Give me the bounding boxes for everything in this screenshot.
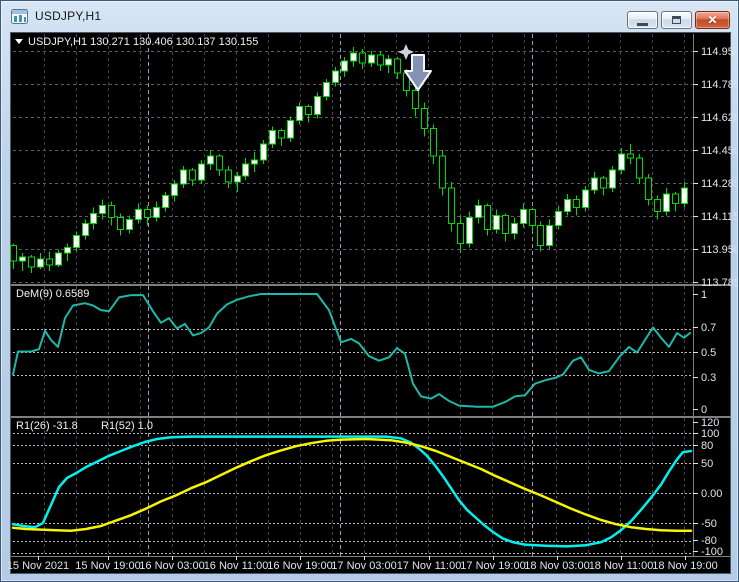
candle-body <box>19 256 26 262</box>
candle-body <box>135 209 142 221</box>
candle-body <box>350 52 357 62</box>
candle-body <box>305 106 312 115</box>
candle-body <box>475 205 482 219</box>
candle-body <box>278 129 285 139</box>
candle-body <box>117 217 124 230</box>
candle-body <box>663 193 670 213</box>
candle-body <box>126 219 133 230</box>
candle-body <box>28 256 35 268</box>
candle-body <box>555 211 562 226</box>
candle-body <box>394 58 401 74</box>
candle-body <box>189 169 196 181</box>
candle-body <box>385 58 392 66</box>
price-axis[interactable] <box>693 34 732 556</box>
candle-body <box>493 215 500 230</box>
candle-body <box>439 155 446 189</box>
candle-body <box>99 205 106 215</box>
candle-body <box>225 169 232 183</box>
minimize-button[interactable] <box>627 11 658 29</box>
window-title: USDJPY,H1 <box>35 9 102 23</box>
candle-body <box>654 199 661 213</box>
candle-body <box>153 207 160 219</box>
window-titlebar[interactable]: USDJPY,H1 ✕ <box>1 1 738 31</box>
candle-body <box>332 70 339 84</box>
candle-body <box>421 108 428 129</box>
candle-body <box>216 155 223 171</box>
candle-body <box>582 189 589 209</box>
candle-body <box>591 177 598 191</box>
candle-body <box>10 244 17 262</box>
r1-52-panel-label: R1(52) 1.0 <box>101 420 153 432</box>
candle-body <box>484 205 491 230</box>
candle-body <box>457 223 464 244</box>
candle-body <box>46 258 53 266</box>
candle-body <box>618 153 625 171</box>
candle-body <box>198 163 205 181</box>
restore-icon <box>672 16 681 24</box>
candle-body <box>64 246 71 254</box>
candle-body <box>144 209 151 219</box>
candle-body <box>600 177 607 189</box>
candle-body <box>108 205 115 219</box>
window-controls: ✕ <box>627 11 730 29</box>
candle-body <box>55 252 62 266</box>
candle-body <box>90 213 97 225</box>
candle-body <box>323 82 330 98</box>
chart-background <box>10 32 731 574</box>
candle-body <box>520 209 527 225</box>
candle-body <box>242 163 249 177</box>
candle-body <box>251 159 258 165</box>
candle-body <box>341 60 348 72</box>
time-axis[interactable] <box>11 557 692 574</box>
ohlc-header: USDJPY,H1 130.271 130.406 130.137 130.15… <box>28 36 258 48</box>
candle-body <box>645 177 652 201</box>
minimize-icon <box>637 22 648 26</box>
candle-body <box>234 175 241 183</box>
close-button[interactable]: ✕ <box>695 11 730 29</box>
candle-body <box>73 234 80 248</box>
chart-window-icon[interactable] <box>11 8 28 24</box>
candle-body <box>314 96 321 115</box>
candle-body <box>564 199 571 213</box>
candle-body <box>573 199 580 209</box>
candle-body <box>296 106 303 121</box>
candle-body <box>636 157 643 179</box>
candle-body <box>529 209 536 226</box>
chart-area[interactable]: 114.950114.785114.620114.450114.285114.1… <box>1 1 739 582</box>
candle-body <box>627 153 634 159</box>
candle-body <box>537 224 544 246</box>
candle-body <box>412 90 419 110</box>
candle-body <box>377 54 384 66</box>
candle-body <box>260 143 267 161</box>
candle-body <box>207 155 214 165</box>
mt4-chart-window: USDJPY,H1 ✕ 114.950114.785114.620114.450… <box>0 0 739 582</box>
candle-body <box>368 54 375 64</box>
dem-panel-label: DeM(9) 0.6589 <box>16 288 89 300</box>
r1-26-panel-label: R1(26) -31.8 <box>16 420 78 432</box>
candle-body <box>171 183 178 197</box>
candle-body <box>162 195 169 209</box>
candle-body <box>672 193 679 205</box>
candle-body <box>37 258 44 268</box>
candle-body <box>466 217 473 244</box>
candle-body <box>546 224 553 246</box>
candle-body <box>502 215 509 234</box>
candle-body <box>511 223 518 234</box>
restore-button[interactable] <box>661 11 692 29</box>
candle-body <box>287 119 294 139</box>
candle-body <box>180 169 187 185</box>
candle-body <box>359 52 366 64</box>
candle-body <box>609 169 616 189</box>
candle-body <box>430 127 437 157</box>
candle-body <box>269 129 276 145</box>
close-icon: ✕ <box>707 13 718 27</box>
candle-body <box>82 223 89 236</box>
candle-body <box>681 187 688 205</box>
candle-body <box>448 187 455 225</box>
